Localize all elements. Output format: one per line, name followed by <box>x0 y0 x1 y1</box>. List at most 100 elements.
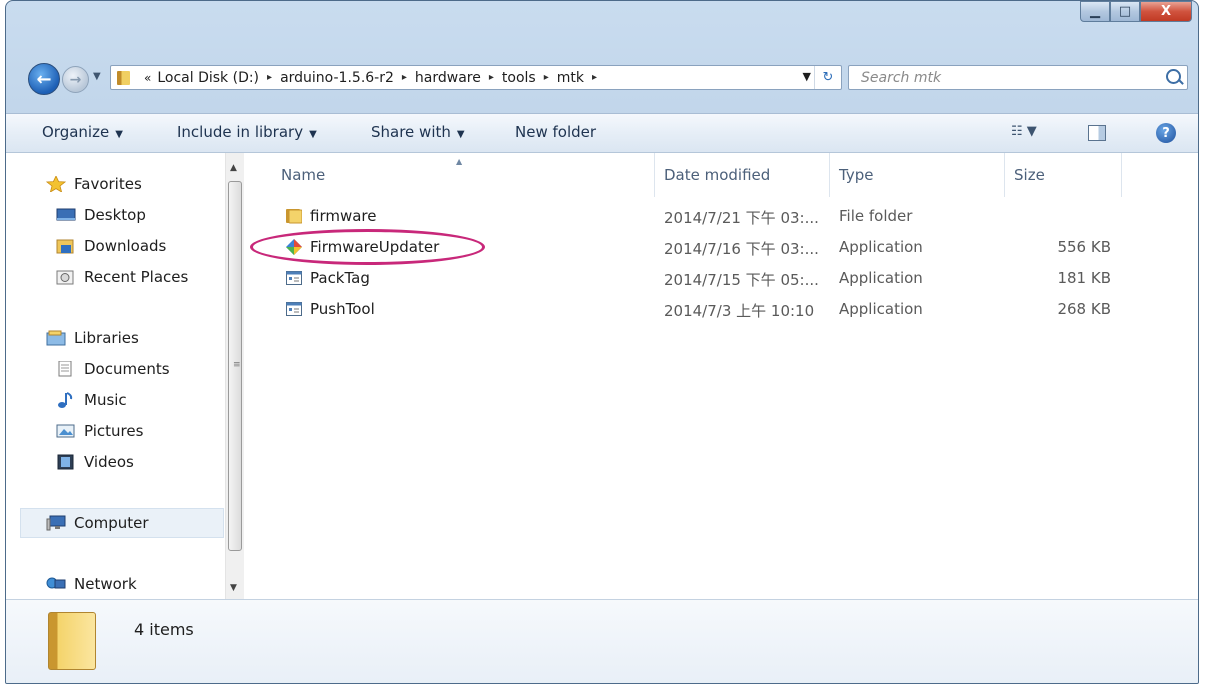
grip-icon: ≡ <box>233 360 241 370</box>
file-date: 2014/7/16 下午 03:... <box>664 240 819 258</box>
nav-documents-label: Documents <box>84 360 170 378</box>
nav-videos[interactable]: Videos <box>56 449 134 475</box>
address-overflow-chevron[interactable]: « <box>144 71 151 85</box>
forward-button[interactable]: → <box>62 66 89 93</box>
pictures-icon <box>56 424 75 438</box>
preview-pane-button[interactable] <box>1088 125 1106 141</box>
refresh-button[interactable]: ↻ <box>814 66 841 89</box>
command-bar: Organize ▼ Include in library ▼ Share with… <box>6 113 1198 153</box>
documents-icon <box>58 361 72 377</box>
breadcrumb-hardware[interactable]: hardware <box>415 70 481 86</box>
change-view-button[interactable]: ☷ ▼ <box>1011 124 1037 139</box>
column-divider[interactable] <box>654 153 655 197</box>
music-icon <box>58 392 73 408</box>
file-date: 2014/7/21 下午 03:... <box>664 209 819 227</box>
column-divider[interactable] <box>829 153 830 197</box>
highlight-ellipse-annotation <box>250 229 485 265</box>
nav-favorites[interactable]: Favorites <box>46 171 142 197</box>
column-header-type[interactable]: Type <box>839 153 873 197</box>
nav-desktop-label: Desktop <box>84 206 146 224</box>
address-history-dropdown[interactable]: ▼ <box>803 70 811 83</box>
chevron-down-icon: ▼ <box>115 129 123 140</box>
address-bar[interactable]: « Local Disk (D:) ▸ arduino-1.5.6-r2 ▸ h… <box>110 65 842 90</box>
breadcrumb-separator[interactable]: ▸ <box>489 72 494 83</box>
file-type: Application <box>839 300 923 318</box>
chevron-down-icon: ▼ <box>309 129 317 140</box>
nav-documents[interactable]: Documents <box>56 356 170 382</box>
nav-libraries-label: Libraries <box>74 329 139 347</box>
include-in-library-button[interactable]: Include in library ▼ <box>177 123 317 141</box>
column-divider[interactable] <box>1004 153 1005 197</box>
new-folder-button[interactable]: New folder <box>515 123 596 141</box>
explorer-window: ▁ □ X ← → ▼ « Local Disk (D:) ▸ arduino-… <box>5 0 1199 684</box>
nav-scrollbar[interactable]: ▲ ≡ ▼ <box>225 153 244 599</box>
search-input[interactable] <box>859 68 1153 87</box>
help-icon: ? <box>1162 125 1170 141</box>
computer-icon <box>46 515 66 531</box>
recent-pages-dropdown[interactable]: ▼ <box>93 71 101 82</box>
breadcrumb-separator[interactable]: ▸ <box>402 72 407 83</box>
nav-libraries[interactable]: Libraries <box>46 325 139 351</box>
file-row[interactable]: firmware 2014/7/21 下午 03:... File folder <box>244 201 1198 232</box>
scroll-down-arrow-icon[interactable]: ▼ <box>230 583 237 593</box>
file-name: firmware <box>310 207 377 225</box>
nav-music[interactable]: Music <box>56 387 127 413</box>
maximize-button[interactable]: □ <box>1110 1 1140 22</box>
star-icon <box>46 176 66 192</box>
column-divider[interactable] <box>1121 153 1122 197</box>
column-header-date[interactable]: Date modified <box>664 153 770 197</box>
column-header-size[interactable]: Size <box>1014 153 1045 197</box>
organize-button[interactable]: Organize ▼ <box>42 123 123 141</box>
back-button[interactable]: ← <box>28 63 60 95</box>
nav-network[interactable]: Network <box>46 571 137 597</box>
column-header-name[interactable]: Name <box>281 153 325 197</box>
details-pane: 4 items <box>6 599 1198 683</box>
share-with-button[interactable]: Share with ▼ <box>371 123 465 141</box>
nav-downloads-label: Downloads <box>84 237 167 255</box>
folder-icon <box>286 209 302 224</box>
file-row[interactable]: PushTool 2014/7/3 上午 10:10 Application 2… <box>244 294 1198 325</box>
desktop-icon <box>56 208 76 221</box>
nav-downloads[interactable]: Downloads <box>56 233 166 259</box>
nav-computer-label: Computer <box>74 514 149 532</box>
nav-pictures[interactable]: Pictures <box>56 418 143 444</box>
breadcrumb-tools[interactable]: tools <box>502 70 536 86</box>
file-row[interactable]: PackTag 2014/7/15 下午 05:... Application … <box>244 263 1198 294</box>
file-type: File folder <box>839 207 913 225</box>
nav-computer[interactable]: Computer <box>46 510 149 536</box>
breadcrumb-separator[interactable]: ▸ <box>267 72 272 83</box>
file-name: PushTool <box>310 300 375 318</box>
organize-label: Organize <box>42 123 110 141</box>
file-date: 2014/7/3 上午 10:10 <box>664 302 815 320</box>
file-list: ▲ Name Date modified Type Size firmware … <box>244 153 1198 599</box>
breadcrumb-separator[interactable]: ▸ <box>592 72 597 83</box>
breadcrumb-local-disk[interactable]: Local Disk (D:) <box>157 70 259 86</box>
search-icon[interactable] <box>1166 69 1181 84</box>
forward-arrow-icon: → <box>69 71 82 88</box>
file-type: Application <box>839 238 923 256</box>
application-icon <box>286 271 302 285</box>
chevron-down-icon: ▼ <box>456 129 465 140</box>
nav-pictures-label: Pictures <box>84 422 144 440</box>
help-button[interactable]: ? <box>1156 123 1176 143</box>
breadcrumb-separator[interactable]: ▸ <box>544 72 549 83</box>
breadcrumb-arduino[interactable]: arduino-1.5.6-r2 <box>280 70 394 86</box>
file-date: 2014/7/15 下午 05:... <box>664 271 819 289</box>
scroll-up-arrow-icon[interactable]: ▲ <box>230 163 237 173</box>
minimize-button[interactable]: ▁ <box>1080 1 1110 22</box>
search-box <box>848 65 1188 90</box>
libraries-icon <box>46 330 66 346</box>
nav-recent-places[interactable]: Recent Places <box>56 264 188 290</box>
close-button[interactable]: X <box>1140 1 1192 22</box>
nav-favorites-label: Favorites <box>74 175 142 193</box>
scrollbar-thumb[interactable]: ≡ <box>228 181 242 551</box>
breadcrumb-mtk[interactable]: mtk <box>557 70 584 86</box>
network-icon <box>46 577 66 589</box>
recent-places-icon <box>56 270 74 285</box>
include-in-library-label: Include in library <box>177 123 304 141</box>
file-size: 268 KB <box>1057 300 1111 318</box>
file-type: Application <box>839 269 923 287</box>
view-icon: ☷ <box>1011 124 1023 139</box>
back-arrow-icon: ← <box>36 68 52 90</box>
nav-desktop[interactable]: Desktop <box>56 202 146 228</box>
